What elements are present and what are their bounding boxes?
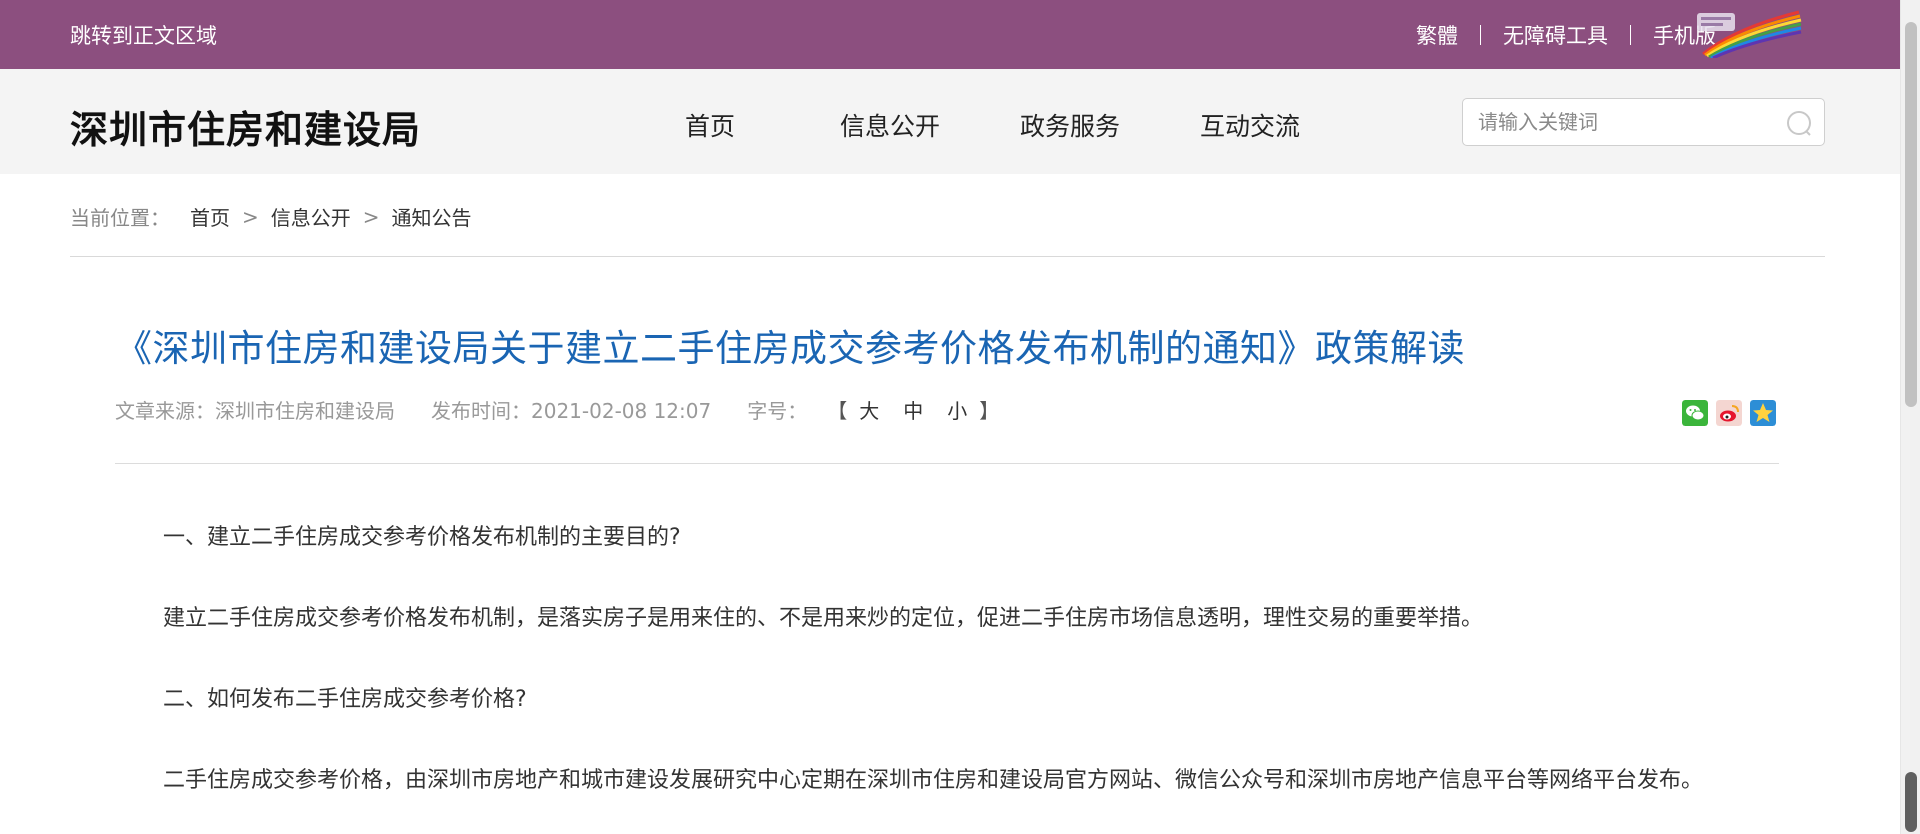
font-size-medium-button[interactable]: 中 bbox=[903, 395, 923, 424]
breadcrumb-separator: > bbox=[242, 204, 259, 229]
divider bbox=[1630, 25, 1631, 45]
font-size-bracket-close: 】 bbox=[979, 399, 1000, 423]
meta-divider bbox=[115, 463, 1779, 464]
nav-item-interaction[interactable]: 互动交流 bbox=[1160, 107, 1340, 143]
search-icon[interactable] bbox=[1786, 110, 1812, 136]
site-header: 深圳市住房和建设局 首页 信息公开 政务服务 互动交流 bbox=[0, 69, 1900, 174]
article-body: 一、建立二手住房成交参考价格发布机制的主要目的? 建立二手住房成交参考价格发布机… bbox=[115, 515, 1780, 834]
share-buttons bbox=[1674, 400, 1776, 426]
skip-to-content-link[interactable]: 跳转到正文区域 bbox=[70, 20, 217, 50]
breadcrumb-information-disclosure[interactable]: 信息公开 bbox=[271, 202, 351, 231]
breadcrumb-notices[interactable]: 通知公告 bbox=[392, 202, 472, 231]
breadcrumb-separator: > bbox=[362, 204, 380, 229]
accessibility-tools-link[interactable]: 无障碍工具 bbox=[1503, 20, 1608, 50]
font-size-bracket-open: 【 bbox=[827, 399, 848, 423]
breadcrumb-label: 当前位置： bbox=[70, 206, 170, 230]
breadcrumb-divider bbox=[70, 256, 1825, 257]
nav-item-information-disclosure[interactable]: 信息公开 bbox=[800, 107, 980, 143]
breadcrumb-home[interactable]: 首页 bbox=[190, 202, 230, 231]
qzone-icon[interactable] bbox=[1750, 400, 1776, 426]
scrollbar-thumb[interactable] bbox=[1905, 22, 1917, 407]
site-title[interactable]: 深圳市住房和建设局 bbox=[70, 99, 421, 154]
weibo-icon[interactable] bbox=[1716, 400, 1742, 426]
scroll-grip-icon[interactable] bbox=[1905, 772, 1917, 832]
divider bbox=[1480, 25, 1481, 45]
article-source: 文章来源：深圳市住房和建设局 bbox=[115, 399, 395, 423]
article-paragraph: 一、建立二手住房成交参考价格发布机制的主要目的? bbox=[163, 525, 681, 550]
nav-item-government-services[interactable]: 政务服务 bbox=[980, 107, 1160, 143]
article-paragraph: 二手住房成交参考价格，由深圳市房地产和城市建设发展研究中心定期在深圳市住房和建设… bbox=[163, 768, 1704, 793]
article-title: 《深圳市住房和建设局关于建立二手住房成交参考价格发布机制的通知》政策解读 bbox=[115, 327, 1465, 370]
nav-item-home[interactable]: 首页 bbox=[620, 107, 800, 143]
breadcrumb: 当前位置： 首页 > 信息公开 > 通知公告 bbox=[70, 202, 472, 231]
font-size-controls: 【 大 中 小 】 bbox=[827, 395, 999, 424]
traditional-chinese-link[interactable]: 繁體 bbox=[1416, 20, 1458, 50]
search-box bbox=[1462, 98, 1825, 146]
rainbow-logo-icon[interactable] bbox=[1695, 8, 1803, 58]
search-input[interactable] bbox=[1478, 99, 1768, 145]
top-links: 繁體 无障碍工具 手机版 bbox=[1416, 20, 1716, 50]
article-paragraph: 建立二手住房成交参考价格发布机制，是落实房子是用来住的、不是用来炒的定位，促进二… bbox=[163, 606, 1484, 631]
article-meta: 文章来源：深圳市住房和建设局 发布时间：2021-02-08 12:07 字号：… bbox=[115, 395, 999, 424]
font-size-large-button[interactable]: 大 bbox=[859, 395, 879, 424]
wechat-icon[interactable] bbox=[1682, 400, 1708, 426]
vertical-scrollbar[interactable] bbox=[1900, 0, 1920, 834]
article-paragraph: 二、如何发布二手住房成交参考价格? bbox=[163, 687, 527, 712]
font-size-small-button[interactable]: 小 bbox=[947, 395, 967, 424]
main-nav: 首页 信息公开 政务服务 互动交流 bbox=[620, 107, 1340, 143]
top-bar: 跳转到正文区域 繁體 无障碍工具 手机版 bbox=[0, 0, 1900, 69]
publish-time: 发布时间：2021-02-08 12:07 bbox=[431, 399, 712, 423]
font-size-label: 字号： bbox=[747, 399, 808, 423]
